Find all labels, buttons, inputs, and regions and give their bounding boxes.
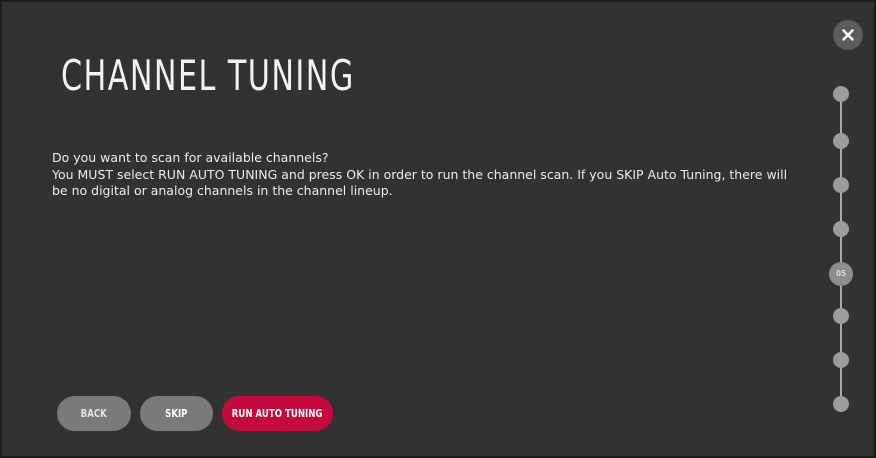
- progress-stepper: 05: [829, 82, 853, 412]
- step-indicator: [833, 308, 849, 324]
- step-indicator: [833, 396, 849, 412]
- step-indicator: [833, 86, 849, 102]
- description: Do you want to scan for available channe…: [52, 150, 802, 200]
- run-auto-tuning-label: RUN AUTO TUNING: [232, 407, 323, 420]
- step-indicator: [833, 221, 849, 237]
- step-indicator: [833, 352, 849, 368]
- back-button[interactable]: BACK: [57, 396, 131, 431]
- close-button[interactable]: [833, 20, 863, 50]
- current-step-indicator: 05: [829, 262, 853, 286]
- skip-button-label: SKIP: [165, 407, 188, 420]
- instruction-text: You MUST select RUN AUTO TUNING and pres…: [52, 166, 788, 199]
- page-title: CHANNEL TUNING: [61, 51, 355, 100]
- run-auto-tuning-button[interactable]: RUN AUTO TUNING: [222, 396, 333, 431]
- step-indicator: [833, 177, 849, 193]
- close-icon: [842, 29, 854, 41]
- question-text: Do you want to scan for available channe…: [52, 150, 329, 165]
- back-button-label: BACK: [80, 407, 108, 420]
- setup-screen: CHANNEL TUNING Do you want to scan for a…: [0, 0, 876, 458]
- step-indicator: [833, 133, 849, 149]
- skip-button[interactable]: SKIP: [140, 396, 213, 431]
